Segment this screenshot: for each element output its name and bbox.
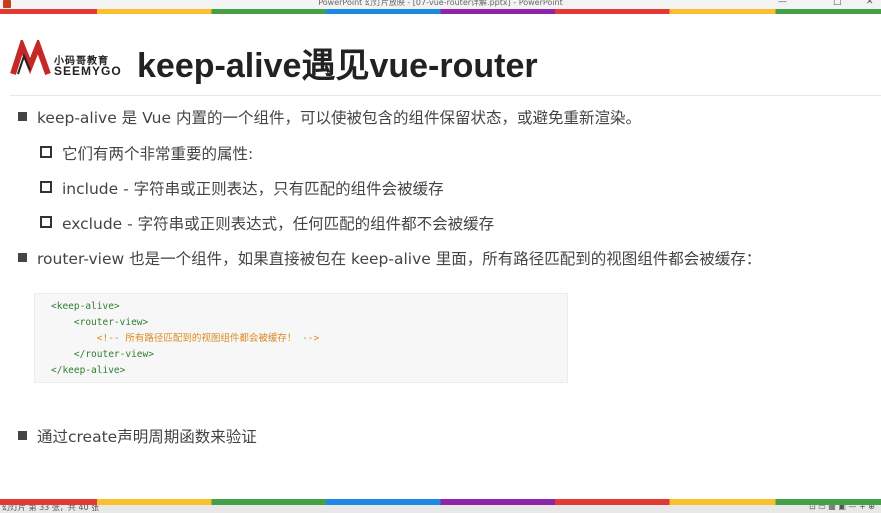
- hollow-square-bullet-icon: [40, 216, 52, 228]
- view-controls[interactable]: ⊡ ▭ ▦ ▣ — + ⊕: [809, 505, 875, 511]
- logo: 小码哥教育 SEEMYGO: [10, 40, 130, 80]
- minimize-button[interactable]: —: [778, 0, 787, 7]
- sub-bullet-text: exclude - 字符串或正则表达式，任何匹配的组件都不会被缓存: [62, 215, 495, 233]
- code-line: <keep-alive>: [51, 301, 120, 312]
- logo-mark-icon: [10, 40, 51, 76]
- sub-bullet-text: 它们有两个非常重要的属性:: [62, 145, 254, 163]
- close-button[interactable]: ✕: [866, 0, 874, 7]
- square-bullet-icon: [18, 112, 27, 121]
- maximize-button[interactable]: □: [833, 0, 842, 7]
- square-bullet-icon: [18, 431, 27, 440]
- top-color-stripe: [0, 9, 881, 14]
- bullet-item: 通过create声明周期函数来验证: [18, 425, 257, 447]
- code-line: <router-view>: [51, 317, 149, 328]
- bullet-item: router-view 也是一个组件，如果直接被包在 keep-alive 里面…: [18, 247, 761, 269]
- code-line: </router-view>: [51, 349, 154, 360]
- sub-bullet-item: exclude - 字符串或正则表达式，任何匹配的组件都不会被缓存: [40, 212, 494, 234]
- square-bullet-icon: [18, 253, 27, 262]
- logo-brand-en: SEEMYGO: [54, 64, 122, 78]
- code-line: </keep-alive>: [51, 365, 126, 376]
- hollow-square-bullet-icon: [40, 146, 52, 158]
- status-bar: 幻灯片 第 33 张，共 40 张 ⊡ ▭ ▦ ▣ — + ⊕: [0, 505, 881, 513]
- bullet-text: keep-alive 是 Vue 内置的一个组件，可以使被包含的组件保留状态，或…: [37, 109, 641, 127]
- sub-bullet-item: include - 字符串或正则表达，只有匹配的组件会被缓存: [40, 177, 444, 199]
- bullet-text: 通过create声明周期函数来验证: [37, 428, 257, 446]
- title-divider: [10, 95, 881, 96]
- slide-title: keep-alive遇见vue-router: [137, 47, 538, 85]
- hollow-square-bullet-icon: [40, 181, 52, 193]
- window-title-bar: PowerPoint 幻灯片放映 - [07-vue-router详解.pptx…: [0, 0, 881, 9]
- bullet-item: keep-alive 是 Vue 内置的一个组件，可以使被包含的组件保留状态，或…: [18, 106, 641, 128]
- code-block: <keep-alive> <router-view> <!-- 所有路径匹配到的…: [34, 293, 568, 383]
- sub-bullet-item: 它们有两个非常重要的属性:: [40, 142, 253, 164]
- window-title: PowerPoint 幻灯片放映 - [07-vue-router详解.pptx…: [318, 0, 563, 7]
- sub-bullet-text: include - 字符串或正则表达，只有匹配的组件会被缓存: [62, 180, 444, 198]
- bullet-text: router-view 也是一个组件，如果直接被包在 keep-alive 里面…: [37, 250, 762, 268]
- slide-counter: 幻灯片 第 33 张，共 40 张: [2, 505, 100, 512]
- code-line: <!-- 所有路径匹配到的视图组件都会被缓存！ -->: [51, 333, 320, 344]
